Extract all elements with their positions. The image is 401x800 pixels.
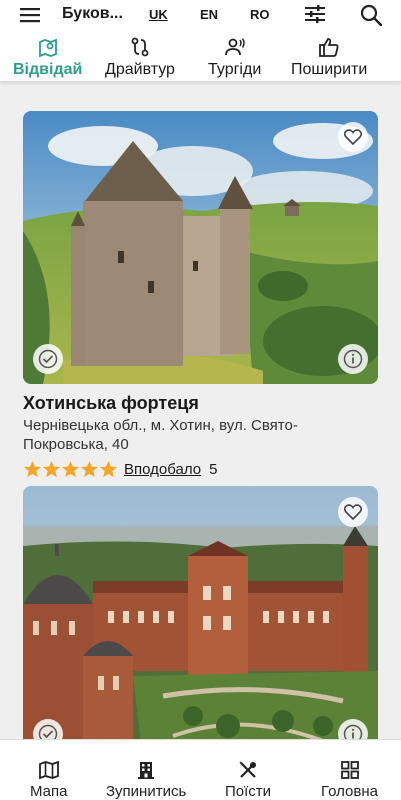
info-icon	[343, 724, 363, 739]
route-icon	[129, 37, 151, 57]
top-bar: Буков... UK EN RO	[0, 0, 401, 30]
place-image[interactable]	[23, 486, 378, 739]
hotel-icon	[135, 760, 157, 780]
language-en[interactable]: EN	[200, 7, 218, 22]
tab-visit[interactable]: Відвідай	[13, 37, 82, 79]
app-title: Буков...	[62, 5, 123, 22]
favorite-button[interactable]	[338, 497, 368, 527]
category-tabs: Відвідай Драйвтур Тургіди Поширити	[0, 30, 401, 82]
heart-icon	[344, 504, 362, 520]
nav-eat-label: Поїсти	[225, 783, 272, 800]
tab-drivetour-label: Драйвтур	[105, 61, 175, 78]
map-icon	[38, 760, 60, 780]
nav-stay-label: Зупинитись	[106, 783, 187, 800]
tab-share[interactable]: Поширити	[291, 37, 367, 79]
star-icon	[80, 460, 99, 478]
place-card[interactable]	[23, 486, 378, 739]
rating-row: Вподобало 5	[23, 460, 378, 479]
food-icon	[237, 760, 259, 780]
language-uk[interactable]: UK	[149, 7, 168, 22]
likes-link[interactable]: Вподобало	[124, 461, 201, 478]
check-circle-icon	[38, 724, 58, 739]
likes-count: 5	[209, 461, 218, 478]
nav-map-label: Мапа	[30, 783, 68, 800]
visited-button[interactable]	[33, 344, 63, 374]
search-icon[interactable]	[358, 2, 384, 28]
nav-stay[interactable]: Зупинитись	[106, 760, 186, 800]
guide-icon	[224, 37, 246, 57]
nav-home-label: Головна	[321, 783, 378, 800]
fortress-photo	[23, 111, 378, 384]
star-icon	[99, 460, 118, 478]
info-icon	[343, 349, 363, 369]
place-card[interactable]: Хотинська фортеця Чернівецька обл., м. Х…	[23, 111, 378, 479]
thumbs-up-icon	[318, 37, 340, 57]
check-circle-icon	[38, 349, 58, 369]
star-icon	[23, 460, 42, 478]
nav-eat[interactable]: Поїсти	[225, 760, 271, 800]
menu-icon[interactable]	[19, 5, 41, 25]
map-pin-icon	[37, 37, 59, 57]
tab-guides[interactable]: Тургіди	[208, 37, 261, 79]
places-feed[interactable]: Хотинська фортеця Чернівецька обл., м. Х…	[0, 83, 401, 739]
heart-icon	[344, 129, 362, 145]
favorite-button[interactable]	[338, 122, 368, 152]
star-icon	[61, 460, 80, 478]
place-address: Чернівецька обл., м. Хотин, вул. Свято-П…	[23, 417, 298, 453]
bottom-navigation: Мапа Зупинитись Поїсти Головна	[0, 739, 401, 800]
place-image[interactable]	[23, 111, 378, 384]
nav-home[interactable]: Головна	[321, 760, 378, 800]
tab-guides-label: Тургіди	[208, 61, 262, 78]
rating-stars	[23, 460, 118, 479]
place-title[interactable]: Хотинська фортеця	[23, 392, 378, 414]
tab-share-label: Поширити	[291, 61, 368, 78]
residence-photo	[23, 486, 378, 739]
filter-icon[interactable]	[303, 3, 327, 25]
info-button[interactable]	[338, 344, 368, 374]
tab-drivetour[interactable]: Драйвтур	[105, 37, 175, 79]
grid-icon	[339, 760, 361, 780]
star-icon	[42, 460, 61, 478]
tab-visit-label: Відвідай	[13, 61, 83, 78]
nav-map[interactable]: Мапа	[30, 760, 67, 800]
language-ro[interactable]: RO	[250, 7, 270, 22]
